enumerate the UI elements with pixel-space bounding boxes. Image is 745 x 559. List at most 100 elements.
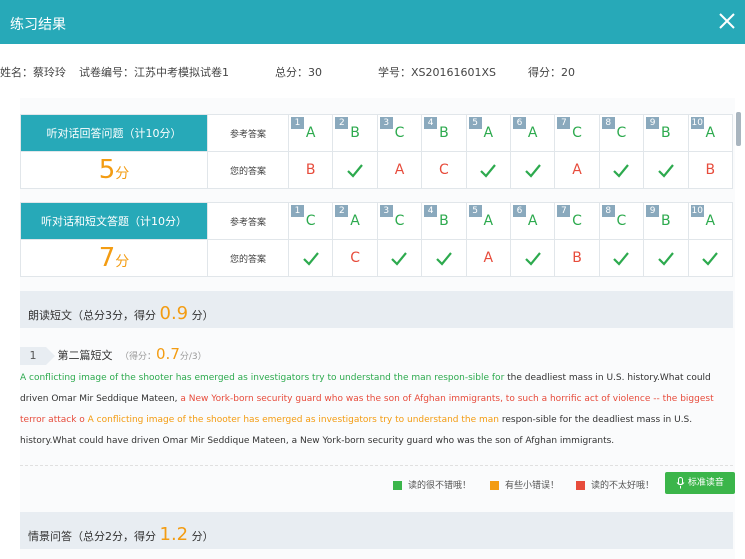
close-icon[interactable] [714, 8, 740, 34]
scrollbar-track[interactable] [735, 98, 745, 559]
correct-check-icon [332, 151, 378, 189]
section-score: 7分 [20, 239, 208, 277]
item-number: 1 [20, 347, 55, 365]
section-score: 5分 [20, 151, 208, 189]
correct-check-icon [287, 239, 334, 277]
reference-answer: 1C [287, 202, 334, 240]
reference-answer: 4B [421, 202, 467, 240]
passage-text: A conflicting image of the shooter has e… [20, 368, 733, 452]
question-number: 9 [646, 205, 660, 217]
reference-answer: 7C [554, 202, 600, 240]
reading-section-title: 朗读短文（总分3分，得分 0.9 分） [28, 303, 214, 324]
question-number: 4 [424, 205, 438, 217]
reference-answer: 9B [643, 114, 689, 152]
reference-answer: 3C [376, 202, 423, 240]
window-title: 练习结果 [10, 17, 66, 33]
wrong-answer: C [332, 239, 378, 277]
reference-row: 听对话回答问题（计10分） 参考答案 1 A 2 B 3 C 4 B 5 A 6 A 7 C 8 C 9 B 10 A [20, 114, 734, 152]
reference-answer: 7C [554, 114, 600, 152]
legend-swatch-minor [490, 481, 499, 490]
question-number: 3 [379, 117, 393, 129]
correct-check-icon [598, 239, 645, 277]
student-id: 学号：XS20161601XS [378, 66, 497, 79]
wrong-answer: B [687, 151, 734, 189]
question-number: 5 [468, 117, 482, 129]
reference-answer: 2A [332, 202, 378, 240]
question-number: 7 [557, 117, 571, 129]
correct-check-icon [509, 239, 556, 277]
reading-section-header[interactable]: 朗读短文（总分3分，得分 0.9 分） [20, 291, 733, 328]
correct-check-icon [465, 151, 511, 189]
reference-answer: 6A [509, 114, 556, 152]
question-number: 6 [512, 205, 526, 217]
correct-check-icon [421, 239, 467, 277]
reference-label: 参考答案 [207, 114, 289, 152]
correct-check-icon [376, 239, 423, 277]
question-number: 7 [557, 205, 571, 217]
divider [20, 465, 733, 466]
question-number: 8 [601, 117, 615, 129]
passage-segment: A conflicting image of the shooter has e… [84, 415, 502, 425]
question-number: 4 [424, 117, 438, 129]
question-number: 8 [601, 205, 615, 217]
wrong-answer: A [465, 239, 511, 277]
reference-answer: 10 A [687, 114, 734, 152]
reference-answer: 2B [332, 114, 378, 152]
question-number: 2 [335, 205, 349, 217]
scene-section-header[interactable]: 情景问答（总分2分，得分 1.2 分） [20, 512, 733, 549]
reference-row: 听对话和短文答题（计10分） 参考答案 1 C 2 A 3 C 4 B 5 A 6 A 7 C 8 C 9 B 10… [20, 202, 734, 240]
passage-item: 1 第二篇短文 （得分：0.7分/3） [20, 345, 207, 365]
legend-swatch-good [393, 481, 402, 490]
legend-good: 读的很不错哦！ [393, 478, 471, 491]
reference-answer: 1A [287, 114, 334, 152]
section-title: 听对话和短文答题（计10分） [20, 202, 208, 240]
question-number: 10 [690, 117, 704, 129]
your-answer-label: 您的答案 [207, 239, 289, 277]
reference-answer: 8C [598, 114, 645, 152]
student-name: 姓名：蔡玲玲 [0, 66, 66, 79]
correct-check-icon [598, 151, 645, 189]
passage-score: （得分：0.7分/3） [120, 345, 207, 363]
microphone-icon [676, 476, 685, 488]
paper-id: 试卷编号：江苏中考模拟试卷1 [79, 66, 229, 79]
scrollbar-thumb[interactable] [736, 112, 741, 146]
answer-row: 7分 您的答案 C A B [20, 239, 734, 277]
scene-section-title: 情景问答（总分2分，得分 1.2 分） [28, 524, 214, 545]
reference-answer: 5A [465, 114, 511, 152]
correct-check-icon [643, 151, 689, 189]
reference-answer: 6A [509, 202, 556, 240]
question-number: 1 [291, 205, 304, 217]
wrong-answer: A [554, 151, 600, 189]
reference-label: 参考答案 [207, 202, 289, 240]
correct-check-icon [687, 239, 734, 277]
question-number: 10 [690, 205, 704, 217]
wrong-answer: C [421, 151, 467, 189]
legend-bad: 读的不太好哦！ [576, 478, 654, 491]
question-number: 9 [646, 117, 660, 129]
section-table-passage: 听对话和短文答题（计10分） 参考答案 1 C 2 A 3 C 4 B 5 A 6 A 7 C 8 C 9 B 10… [20, 202, 734, 277]
passage-segment: A conflicting image of the shooter has e… [20, 373, 508, 383]
standard-pronunciation-button[interactable]: 标准读音 [665, 472, 735, 494]
reference-answer: 4B [421, 114, 467, 152]
reference-answer: 10 A [687, 202, 734, 240]
question-number: 6 [512, 117, 526, 129]
wrong-answer: B [554, 239, 600, 277]
reference-answer: 8C [598, 202, 645, 240]
passage-title: 第二篇短文 [57, 349, 113, 362]
reference-answer: 9B [643, 202, 689, 240]
section-title: 听对话回答问题（计10分） [20, 114, 208, 152]
wrong-answer: B [287, 151, 334, 189]
obtained-score: 得分：20 [528, 66, 575, 79]
total-score: 总分：30 [275, 66, 322, 79]
question-number: 5 [468, 205, 482, 217]
reference-answer: 5A [465, 202, 511, 240]
correct-check-icon [509, 151, 556, 189]
question-number: 3 [379, 205, 393, 217]
correct-check-icon [643, 239, 689, 277]
question-number: 1 [291, 117, 304, 129]
answer-row: 5分 您的答案 BACAB [20, 151, 734, 189]
legend-minor: 有些小错误！ [490, 478, 559, 491]
section-table-dialogue: 听对话回答问题（计10分） 参考答案 1 A 2 B 3 C 4 B 5 A 6 A 7 C 8 C 9 B 10 A… [20, 114, 734, 189]
title-bar: 练习结果 [0, 0, 745, 44]
your-answer-label: 您的答案 [207, 151, 289, 189]
